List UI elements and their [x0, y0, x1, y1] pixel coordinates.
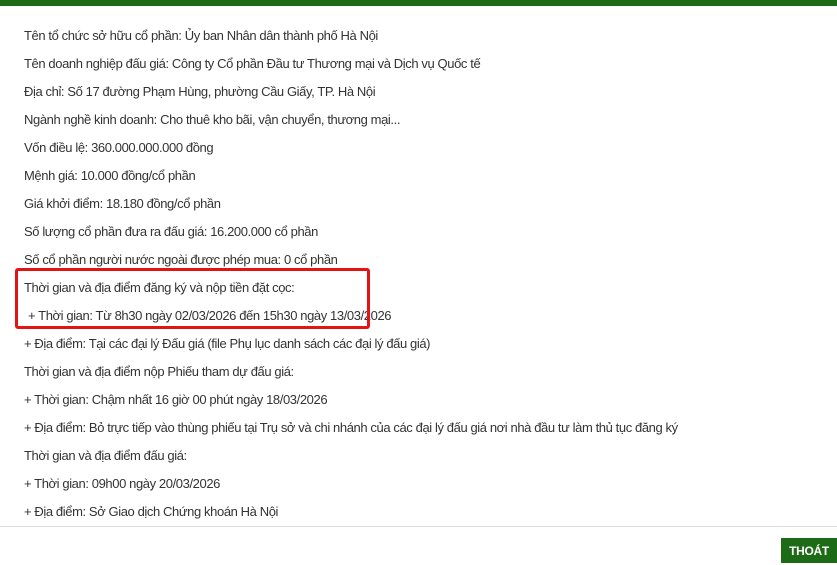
info-line-company: Tên doanh nghiệp đấu giá: Công ty Cổ phầ…: [24, 56, 481, 71]
exit-button[interactable]: THOÁT: [781, 538, 837, 563]
info-line-par-value: Mệnh giá: 10.000 đồng/cổ phần: [24, 168, 196, 183]
auction-info-panel: Tên tổ chức sở hữu cổ phần: Ủy ban Nhân …: [0, 6, 837, 526]
info-line-registration-place: + Địa điểm: Tại các đại lý Đấu giá (file…: [24, 336, 431, 351]
info-line-foreign-shares: Số cổ phần người nước ngoài được phép mu…: [24, 252, 338, 267]
info-line-starting-price: Giá khởi điểm: 18.180 đồng/cổ phần: [24, 196, 221, 211]
info-line-auction-time: + Thời gian: 09h00 ngày 20/03/2026: [24, 476, 220, 491]
info-line-address: Địa chỉ: Số 17 đường Phạm Hùng, phường C…: [24, 84, 376, 99]
info-line-ballot-time: + Thời gian: Chậm nhất 16 giờ 00 phút ng…: [24, 392, 328, 407]
info-line-ballot-place: + Địa điểm: Bỏ trực tiếp vào thùng phiếu…: [24, 420, 678, 435]
info-line-auction-heading: Thời gian và địa điểm đấu giá:: [24, 448, 187, 463]
info-line-business: Ngành nghề kinh doanh: Cho thuê kho bãi,…: [24, 112, 401, 127]
info-line-owner: Tên tổ chức sở hữu cổ phần: Ủy ban Nhân …: [24, 28, 378, 43]
dialog-footer: [0, 527, 837, 565]
info-line-auction-place: + Địa điểm: Sở Giao dịch Chứng khoán Hà …: [24, 504, 279, 519]
info-line-share-quantity: Số lượng cổ phần đưa ra đấu giá: 16.200.…: [24, 224, 318, 239]
info-line-ballot-heading: Thời gian và địa điểm nộp Phiếu tham dự …: [24, 364, 294, 379]
info-line-charter-capital: Vốn điều lệ: 360.000.000.000 đồng: [24, 140, 214, 155]
highlight-annotation-box: [15, 268, 370, 329]
